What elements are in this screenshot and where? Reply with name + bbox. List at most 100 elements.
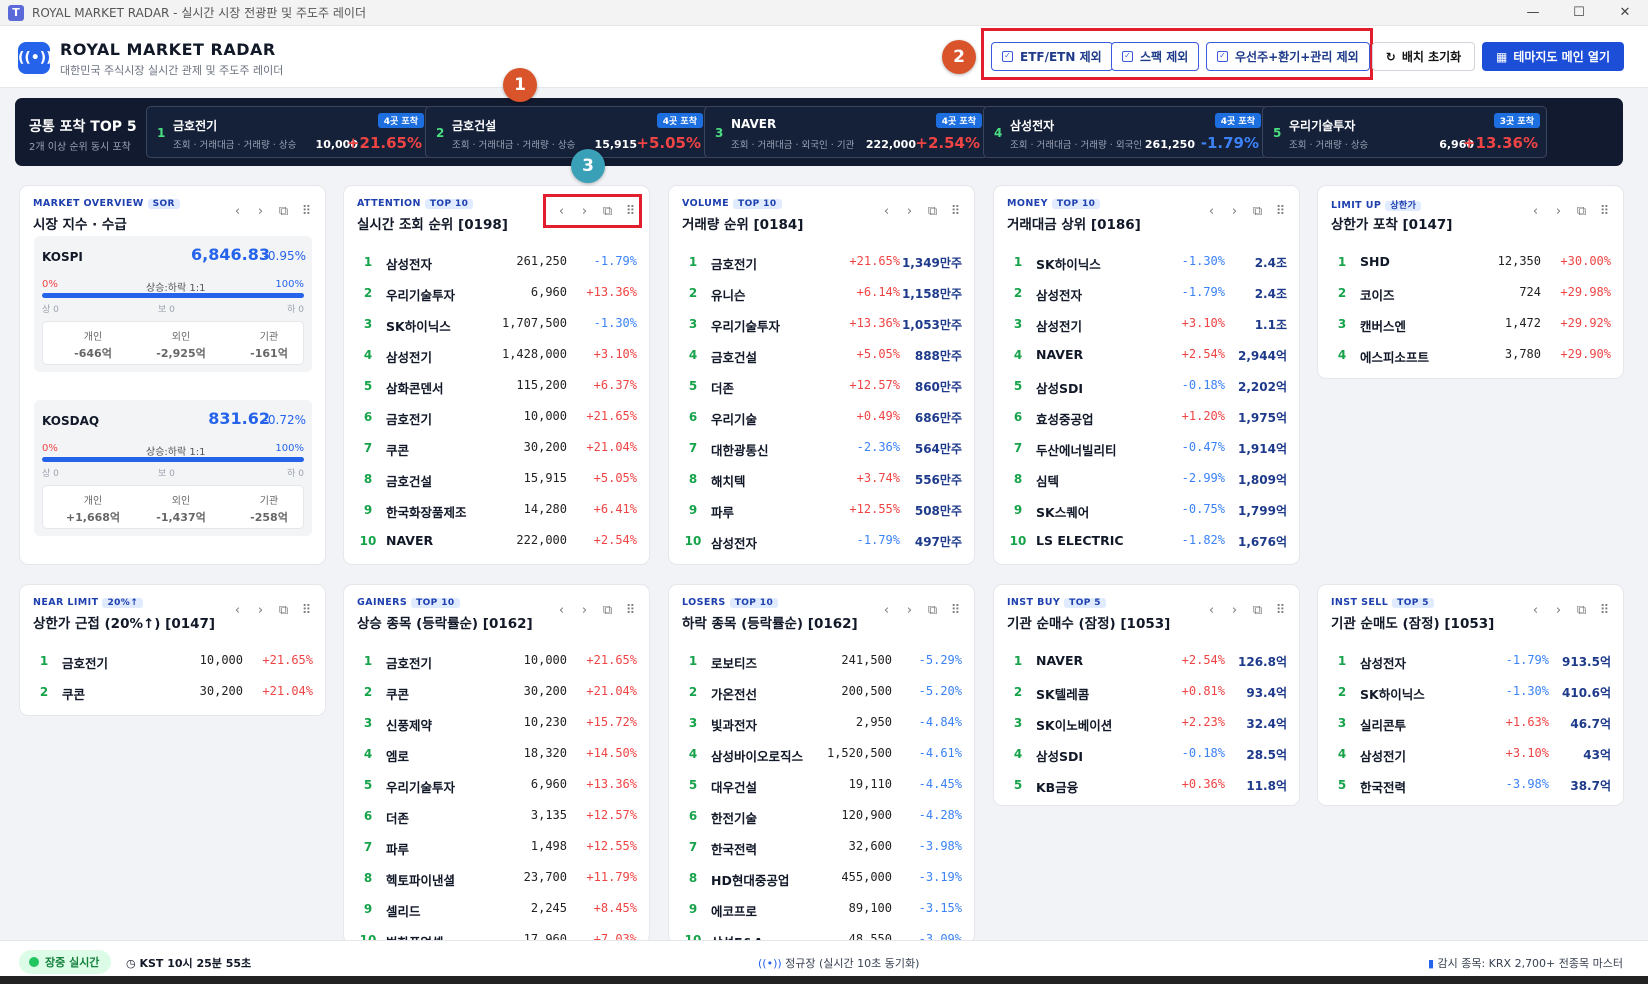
- stock-row[interactable]: 6 더존 3,135 +12.57%: [344, 802, 649, 832]
- stock-row[interactable]: 5 KB금융 +0.36% 11.8억: [994, 771, 1299, 801]
- stock-row[interactable]: 4 금호건설 +5.05% 888만주: [669, 341, 974, 371]
- filter-spac-button[interactable]: ✓ 스팩 제외: [1111, 42, 1200, 71]
- stock-row[interactable]: 2 우리기술투자 6,960 +13.36%: [344, 279, 649, 309]
- stock-row[interactable]: 7 한국전력 32,600 -3.98%: [669, 833, 974, 863]
- stock-row[interactable]: 8 심텍 -2.99% 1,809억: [994, 465, 1299, 495]
- drag-handle-icon[interactable]: ⠿: [1274, 603, 1287, 618]
- stock-row[interactable]: 9 한국화장품제조 14,280 +6.41%: [344, 496, 649, 526]
- stock-row[interactable]: 3 실리콘투 +1.63% 46.7억: [1318, 709, 1623, 739]
- drag-handle-icon[interactable]: ⠿: [949, 204, 962, 219]
- stock-row[interactable]: 6 한전기술 120,900 -4.28%: [669, 802, 974, 832]
- stock-row[interactable]: 1 SK하이닉스 -1.30% 2.4조: [994, 248, 1299, 278]
- drag-handle-icon[interactable]: ⠿: [949, 603, 962, 618]
- stock-row[interactable]: 3 우리기술투자 +13.36% 1,053만주: [669, 310, 974, 340]
- popout-icon[interactable]: ⧉: [277, 204, 290, 219]
- popout-icon[interactable]: ⧉: [601, 603, 614, 618]
- drag-handle-icon[interactable]: ⠿: [1598, 603, 1611, 618]
- stock-row[interactable]: 8 금호건설 15,915 +5.05%: [344, 465, 649, 495]
- next-icon[interactable]: ›: [1228, 204, 1241, 219]
- stock-row[interactable]: 7 두산에너빌리티 -0.47% 1,914억: [994, 434, 1299, 464]
- stock-row[interactable]: 1 금호전기 +21.65% 1,349만주: [669, 248, 974, 278]
- stock-row[interactable]: 5 우리기술투자 6,960 +13.36%: [344, 771, 649, 801]
- next-icon[interactable]: ›: [903, 603, 916, 618]
- stock-row[interactable]: 2 코이즈 724 +29.98%: [1318, 279, 1623, 309]
- next-icon[interactable]: ›: [254, 204, 267, 219]
- stock-row[interactable]: 7 쿠콘 30,200 +21.04%: [344, 434, 649, 464]
- prev-icon[interactable]: ‹: [555, 603, 568, 618]
- prev-icon[interactable]: ‹: [880, 603, 893, 618]
- drag-handle-icon[interactable]: ⠿: [624, 603, 637, 618]
- stock-row[interactable]: 10 삼성전자 -1.79% 497만주: [669, 527, 974, 557]
- stock-row[interactable]: 1 SHD 12,350 +30.00%: [1318, 248, 1623, 278]
- stock-row[interactable]: 3 삼성전기 +3.10% 1.1조: [994, 310, 1299, 340]
- stock-row[interactable]: 1 NAVER +2.54% 126.8억: [994, 647, 1299, 677]
- stock-row[interactable]: 2 가온전선 200,500 -5.20%: [669, 678, 974, 708]
- stock-row[interactable]: 1 금호전기 10,000 +21.65%: [344, 647, 649, 677]
- stock-row[interactable]: 3 캔버스엔 1,472 +29.92%: [1318, 310, 1623, 340]
- stock-row[interactable]: 5 삼성SDI -0.18% 2,202억: [994, 372, 1299, 402]
- drag-handle-icon[interactable]: ⠿: [300, 204, 313, 219]
- prev-icon[interactable]: ‹: [1205, 603, 1218, 618]
- stock-row[interactable]: 5 더존 +12.57% 860만주: [669, 372, 974, 402]
- stock-row[interactable]: 4 삼성전기 1,428,000 +3.10%: [344, 341, 649, 371]
- stock-row[interactable]: 6 효성중공업 +1.20% 1,975억: [994, 403, 1299, 433]
- stock-row[interactable]: 1 금호전기 10,000 +21.65%: [20, 647, 325, 677]
- stock-row[interactable]: 4 엠로 18,320 +14.50%: [344, 740, 649, 770]
- prev-icon[interactable]: ‹: [880, 204, 893, 219]
- filter-etf-button[interactable]: ✓ ETF/ETN 제외: [991, 42, 1113, 71]
- stock-row[interactable]: 2 SK하이닉스 -1.30% 410.6억: [1318, 678, 1623, 708]
- stock-row[interactable]: 3 SK이노베이션 +2.23% 32.4억: [994, 709, 1299, 739]
- common-item[interactable]: 3 NAVER 조회 · 거래대금 · 외국인 · 기관 4곳 포착 222,000 +2…: [704, 106, 989, 158]
- stock-row[interactable]: 2 SK텔레콤 +0.81% 93.4억: [994, 678, 1299, 708]
- stock-row[interactable]: 3 빛과전자 2,950 -4.84%: [669, 709, 974, 739]
- close-button[interactable]: ✕: [1602, 0, 1648, 26]
- next-icon[interactable]: ›: [1228, 603, 1241, 618]
- popout-icon[interactable]: ⧉: [926, 603, 939, 618]
- reset-layout-button[interactable]: ↻ 배치 초기화: [1372, 42, 1475, 71]
- popout-icon[interactable]: ⧉: [1575, 204, 1588, 219]
- stock-row[interactable]: 10 NAVER 222,000 +2.54%: [344, 527, 649, 557]
- next-icon[interactable]: ›: [254, 603, 267, 618]
- stock-row[interactable]: 4 에스피소프트 3,780 +29.90%: [1318, 341, 1623, 371]
- prev-icon[interactable]: ‹: [1529, 204, 1542, 219]
- popout-icon[interactable]: ⧉: [1251, 204, 1264, 219]
- popout-icon[interactable]: ⧉: [926, 204, 939, 219]
- prev-icon[interactable]: ‹: [1529, 603, 1542, 618]
- minimize-button[interactable]: —: [1510, 0, 1556, 26]
- common-item[interactable]: 4 삼성전자 조회 · 거래대금 · 거래량 · 외국인 4곳 포착 261,250 -1…: [983, 106, 1268, 158]
- drag-handle-icon[interactable]: ⠿: [1598, 204, 1611, 219]
- prev-icon[interactable]: ‹: [231, 603, 244, 618]
- stock-row[interactable]: 2 유니슨 +6.14% 1,158만주: [669, 279, 974, 309]
- stock-row[interactable]: 2 쿠콘 30,200 +21.04%: [20, 678, 325, 708]
- next-icon[interactable]: ›: [903, 204, 916, 219]
- common-item[interactable]: 1 금호전기 조회 · 거래대금 · 거래량 · 상승 4곳 포착 10,000 +21.…: [146, 106, 431, 158]
- next-icon[interactable]: ›: [1552, 204, 1565, 219]
- maximize-button[interactable]: ☐: [1556, 0, 1602, 26]
- open-theme-map-button[interactable]: ▦ 테마지도 메인 열기: [1482, 42, 1624, 71]
- stock-row[interactable]: 3 신풍제약 10,230 +15.72%: [344, 709, 649, 739]
- stock-row[interactable]: 9 셀리드 2,245 +8.45%: [344, 895, 649, 925]
- stock-row[interactable]: 5 삼화콘덴서 115,200 +6.37%: [344, 372, 649, 402]
- stock-row[interactable]: 1 삼성전자 261,250 -1.79%: [344, 248, 649, 278]
- stock-row[interactable]: 6 우리기술 +0.49% 686만주: [669, 403, 974, 433]
- stock-row[interactable]: 4 삼성SDI -0.18% 28.5억: [994, 740, 1299, 770]
- popout-icon[interactable]: ⧉: [1251, 603, 1264, 618]
- stock-row[interactable]: 5 한국전력 -3.98% 38.7억: [1318, 771, 1623, 801]
- stock-row[interactable]: 2 삼성전자 -1.79% 2.4조: [994, 279, 1299, 309]
- stock-row[interactable]: 9 파루 +12.55% 508만주: [669, 496, 974, 526]
- stock-row[interactable]: 3 SK하이닉스 1,707,500 -1.30%: [344, 310, 649, 340]
- stock-row[interactable]: 4 NAVER +2.54% 2,944억: [994, 341, 1299, 371]
- stock-row[interactable]: 2 쿠콘 30,200 +21.04%: [344, 678, 649, 708]
- stock-row[interactable]: 8 HD현대중공업 455,000 -3.19%: [669, 864, 974, 894]
- stock-row[interactable]: 5 대우건설 19,110 -4.45%: [669, 771, 974, 801]
- stock-row[interactable]: 7 대한광통신 -2.36% 564만주: [669, 434, 974, 464]
- stock-row[interactable]: 10 LS ELECTRIC -1.82% 1,676억: [994, 527, 1299, 557]
- prev-icon[interactable]: ‹: [231, 204, 244, 219]
- stock-row[interactable]: 8 해치텍 +3.74% 556만주: [669, 465, 974, 495]
- stock-row[interactable]: 1 삼성전자 -1.79% 913.5억: [1318, 647, 1623, 677]
- stock-row[interactable]: 9 에코프로 89,100 -3.15%: [669, 895, 974, 925]
- common-item[interactable]: 5 우리기술투자 조회 · 거래량 · 상승 3곳 포착 6,960 +13.36%: [1262, 106, 1547, 158]
- drag-handle-icon[interactable]: ⠿: [1274, 204, 1287, 219]
- stock-row[interactable]: 7 파루 1,498 +12.55%: [344, 833, 649, 863]
- popout-icon[interactable]: ⧉: [1575, 603, 1588, 618]
